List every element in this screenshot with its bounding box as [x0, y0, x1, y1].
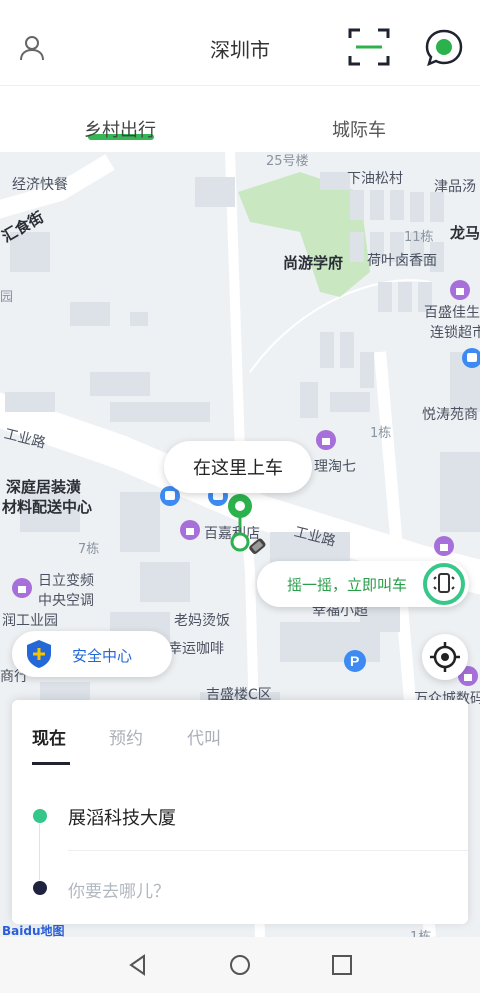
- mode-call-for-others[interactable]: 代叫: [187, 724, 221, 749]
- mode-now[interactable]: 现在: [32, 724, 66, 749]
- message-icon[interactable]: [424, 28, 464, 68]
- map-poi-label: 11栋: [404, 230, 434, 245]
- safety-center-label: 安全中心: [72, 647, 133, 665]
- map-poi-label: 幸运咖啡: [168, 641, 224, 657]
- mode-reserve[interactable]: 预约: [109, 724, 143, 749]
- map-poi-label: 连锁超市: [430, 325, 480, 341]
- destination-input[interactable]: 你要去哪儿？: [68, 877, 170, 902]
- start-location[interactable]: 展滔科技大厦: [68, 804, 176, 830]
- shopping-bag-icon[interactable]: [434, 536, 454, 556]
- tab-intercity[interactable]: 城际车: [332, 116, 386, 142]
- scan-icon[interactable]: [348, 28, 390, 66]
- map-poi-label: 经济快餐: [12, 177, 68, 193]
- active-mode-indicator: [32, 762, 70, 765]
- safety-center-button[interactable]: 安全中心: [12, 631, 172, 677]
- trip-order-card: 现在 预约 代叫 展滔科技大厦 你要去哪儿？: [12, 700, 468, 924]
- map-poi-label: 7栋: [78, 542, 100, 557]
- svg-text:P: P: [350, 653, 359, 669]
- start-dot-icon: [33, 809, 47, 823]
- city-title[interactable]: 深圳市: [0, 34, 480, 63]
- recent-square-icon[interactable]: [330, 953, 354, 977]
- back-triangle-icon[interactable]: [126, 953, 150, 977]
- map-poi-label: 津品汤: [434, 179, 476, 195]
- map-poi-label: 深庭居装潢: [6, 478, 82, 496]
- shopping-bag-icon[interactable]: [316, 430, 336, 450]
- crosshair-icon: [430, 642, 460, 672]
- map-poi-label: 1栋: [410, 926, 431, 937]
- map-poi-label: 25号楼: [266, 154, 309, 169]
- map-poi-label: 荷叶卤香面: [367, 253, 437, 269]
- locate-me-button[interactable]: [422, 634, 468, 680]
- map-poi-label: 悦涛苑商: [422, 407, 478, 423]
- map-poi-label: 中央空调: [38, 593, 94, 609]
- map-poi-label: 润工业园: [2, 613, 58, 629]
- shield-icon: [22, 637, 56, 671]
- map-poi-label: 材料配送中心: [2, 498, 93, 516]
- pickup-location-bubble[interactable]: 在这里上车: [164, 441, 312, 493]
- map-poi-label: 下油松村: [347, 171, 403, 187]
- bus-stop-icon[interactable]: [462, 348, 480, 368]
- system-nav-bar: [0, 937, 480, 993]
- parking-icon[interactable]: P: [344, 650, 366, 672]
- map-poi-label: 龙马: [450, 224, 480, 242]
- map-poi-label: 百盛佳生: [424, 305, 480, 321]
- shopping-bag-icon[interactable]: [450, 280, 470, 300]
- destination-dot-icon: [33, 881, 47, 895]
- map-poi-label: 1栋: [370, 426, 392, 441]
- map-poi-label: 园: [0, 290, 14, 305]
- app-header: 深圳市: [0, 0, 480, 86]
- map-poi-label: 理淘七: [314, 459, 356, 475]
- tab-rural-travel[interactable]: 乡村出行: [84, 116, 156, 142]
- car-icon: [249, 538, 266, 554]
- route-connector-line: [39, 824, 40, 880]
- home-circle-icon[interactable]: [228, 953, 252, 977]
- shopping-bag-icon[interactable]: [12, 578, 32, 598]
- service-tabs: 乡村出行 城际车: [0, 86, 480, 152]
- map-poi-label: 老妈烫饭: [174, 613, 230, 629]
- shake-to-call-label: 摇一摇，立即叫车: [287, 576, 408, 594]
- shake-to-call-button[interactable]: 摇一摇，立即叫车: [257, 561, 469, 607]
- map-poi-label: 日立变频: [38, 573, 94, 589]
- pickup-pin-icon: [228, 494, 252, 518]
- divider: [68, 850, 468, 851]
- map-poi-label: 尚游学府: [283, 254, 344, 272]
- shopping-bag-icon[interactable]: [180, 520, 200, 540]
- shake-phone-icon: [423, 563, 465, 605]
